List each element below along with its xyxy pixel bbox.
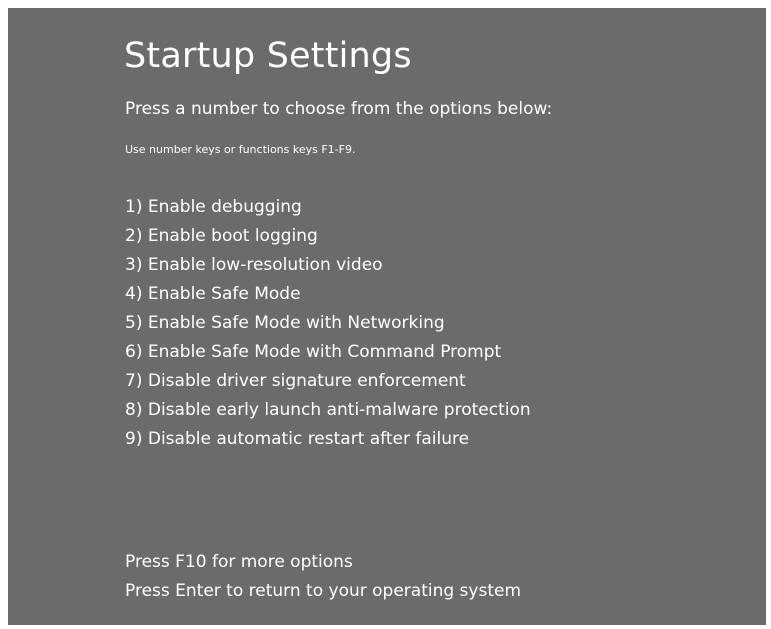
- startup-settings-screen: Startup Settings Press a number to choos…: [8, 8, 766, 625]
- option-disable-driver-signature[interactable]: 7) Disable driver signature enforcement: [125, 367, 531, 396]
- keys-hint: Use number keys or functions keys F1-F9.: [125, 143, 356, 156]
- instruction-prompt: Press a number to choose from the option…: [125, 99, 553, 119]
- option-enable-debugging[interactable]: 1) Enable debugging: [125, 193, 531, 222]
- page-title: Startup Settings: [124, 36, 412, 76]
- more-options-link[interactable]: Press F10 for more options: [125, 548, 521, 577]
- option-enable-boot-logging[interactable]: 2) Enable boot logging: [125, 222, 531, 251]
- option-enable-low-resolution-video[interactable]: 3) Enable low-resolution video: [125, 251, 531, 280]
- option-safe-mode-networking[interactable]: 5) Enable Safe Mode with Networking: [125, 309, 531, 338]
- return-to-os-link[interactable]: Press Enter to return to your operating …: [125, 577, 521, 606]
- footer-options: Press F10 for more options Press Enter t…: [125, 548, 521, 606]
- startup-options-list: 1) Enable debugging 2) Enable boot loggi…: [125, 193, 531, 454]
- option-disable-early-launch-antimalware[interactable]: 8) Disable early launch anti-malware pro…: [125, 396, 531, 425]
- option-enable-safe-mode[interactable]: 4) Enable Safe Mode: [125, 280, 531, 309]
- option-disable-automatic-restart[interactable]: 9) Disable automatic restart after failu…: [125, 425, 531, 454]
- option-safe-mode-command-prompt[interactable]: 6) Enable Safe Mode with Command Prompt: [125, 338, 531, 367]
